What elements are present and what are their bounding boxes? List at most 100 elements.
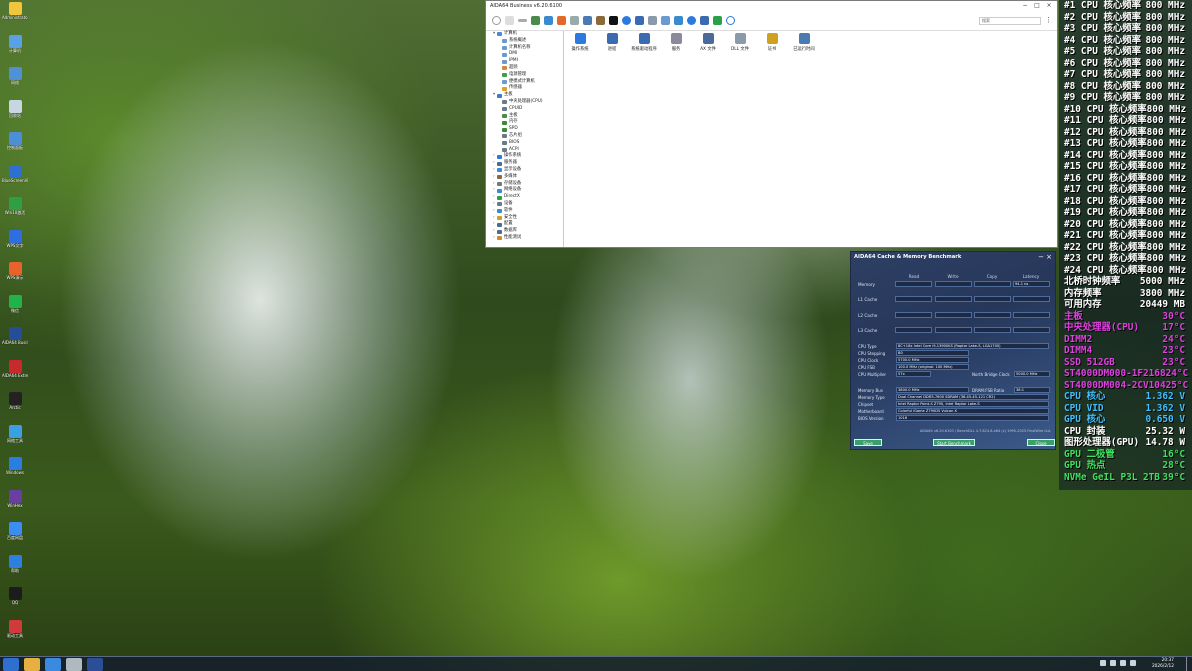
table-icon[interactable] <box>648 16 657 25</box>
tree-item[interactable]: ACPI <box>489 147 563 154</box>
desktop-icon[interactable]: BlueScreenView <box>2 164 28 195</box>
line-icon[interactable] <box>518 19 527 22</box>
chip-icon[interactable] <box>596 16 605 25</box>
save-button[interactable]: Save <box>854 439 882 446</box>
desktop-icon[interactable]: Windows <box>2 457 28 487</box>
desktop-icon[interactable]: 网络 <box>2 67 28 97</box>
minimize-icon[interactable]: − <box>1038 252 1044 262</box>
tree-item[interactable]: › 多媒体 <box>489 174 563 181</box>
ime-tray-icon[interactable] <box>1130 660 1136 666</box>
close-icon[interactable]: × <box>1046 252 1052 262</box>
download-icon[interactable] <box>713 16 722 25</box>
tree-item[interactable]: 中央处理器(CPU) <box>489 99 563 106</box>
volume-tray-icon[interactable] <box>1120 660 1126 666</box>
tree-item[interactable]: › 设备 <box>489 201 563 208</box>
desktop-icon[interactable]: 微信 <box>2 294 28 325</box>
refresh-icon[interactable] <box>492 16 501 25</box>
file-explorer-icon[interactable] <box>24 658 40 671</box>
panel-item[interactable]: 进程 <box>598 33 626 52</box>
close-button[interactable]: Close <box>1027 439 1055 446</box>
database-icon[interactable] <box>635 16 644 25</box>
tree-item[interactable]: › 显示设备 <box>489 167 563 174</box>
panel-item[interactable]: 操作系统 <box>566 33 594 52</box>
tray-expand-icon[interactable] <box>1100 660 1106 666</box>
info-icon[interactable] <box>687 16 696 25</box>
shield-icon[interactable] <box>700 16 709 25</box>
tree-item[interactable]: › 配置 <box>489 221 563 228</box>
tree-item[interactable]: 系统概述 <box>489 38 563 45</box>
tree-item[interactable]: › 数据库 <box>489 228 563 235</box>
tree-item[interactable]: › 安全性 <box>489 215 563 222</box>
desktop-icon[interactable]: Arctic <box>2 392 28 422</box>
splitter[interactable] <box>563 31 564 247</box>
desktop-icon[interactable]: 回收站 <box>2 99 28 130</box>
show-desktop-button[interactable] <box>1186 657 1192 671</box>
tree-item[interactable]: › 服务器 <box>489 160 563 167</box>
tree-item[interactable]: DMI <box>489 51 563 58</box>
desktop-icon[interactable]: 控制面板 <box>2 132 28 162</box>
panel-item[interactable]: 系统驱动程序 <box>630 33 658 52</box>
tree-item[interactable]: IPMI <box>489 58 563 65</box>
search-icon[interactable] <box>726 16 735 25</box>
flame-icon[interactable] <box>557 16 566 25</box>
desktop-icon[interactable]: QQ <box>2 587 28 617</box>
desktop-icon[interactable]: WinHex <box>2 489 28 520</box>
desktop-icon[interactable]: 驱动工具 <box>2 619 28 650</box>
desktop-icon[interactable]: Administrator <box>2 2 28 32</box>
tree-item[interactable]: 芯片组 <box>489 133 563 140</box>
tree-item[interactable]: SPD <box>489 126 563 133</box>
aida-icon[interactable] <box>609 16 618 25</box>
tool-icon[interactable] <box>583 16 592 25</box>
tree-item[interactable]: ▾ 计算机 <box>489 31 563 38</box>
folder-icon[interactable] <box>674 16 683 25</box>
desktop-icon[interactable]: AIDA64 Extreme <box>2 359 28 390</box>
panel-item[interactable]: 服务 <box>662 33 690 52</box>
arrow-icon[interactable] <box>570 16 579 25</box>
tree-item[interactable]: ▾ 主板 <box>489 92 563 99</box>
desktop-icon[interactable]: Win10激活 <box>2 197 28 227</box>
window-titlebar[interactable]: AIDA64 Business v6.20.6100 − □ × <box>486 1 1057 11</box>
memory-icon[interactable] <box>531 16 540 25</box>
benchmark-icon[interactable] <box>661 16 670 25</box>
network-icon[interactable] <box>544 16 553 25</box>
tree-item[interactable]: BIOS <box>489 140 563 147</box>
tree-item[interactable]: › 存储设备 <box>489 181 563 188</box>
report-icon[interactable] <box>505 16 514 25</box>
panel-item[interactable]: 证书 <box>758 33 786 52</box>
tree-item[interactable]: 内存 <box>489 119 563 126</box>
tree-item[interactable]: 传感器 <box>489 85 563 92</box>
search-input[interactable]: 搜索 <box>979 17 1041 25</box>
desktop-icon[interactable]: WPS文字 <box>2 229 28 260</box>
desktop-icon[interactable]: 百度网盘 <box>2 522 28 552</box>
tree-item[interactable]: CPUID <box>489 106 563 113</box>
panel-item[interactable]: DLL 文件 <box>726 33 754 52</box>
tree-item[interactable]: › DirectX <box>489 194 563 201</box>
desktop-icon[interactable]: 计算机 <box>2 34 28 65</box>
browser-icon[interactable] <box>45 658 61 671</box>
close-icon[interactable]: × <box>1043 1 1055 10</box>
desktop-icon[interactable]: AIDA64 Business <box>2 327 28 357</box>
tree-item[interactable]: 主板 <box>489 113 563 120</box>
tree-item[interactable]: 电源管理 <box>489 72 563 79</box>
panel-item[interactable]: AX 文件 <box>694 33 722 52</box>
tree-item[interactable]: 计算机名称 <box>489 45 563 52</box>
maximize-icon[interactable]: □ <box>1031 1 1043 10</box>
desktop-icon[interactable]: 网络工具 <box>2 424 28 455</box>
aida64-taskbar-icon[interactable] <box>87 658 103 671</box>
start-benchmark-button[interactable]: Start Benchmark <box>933 439 975 446</box>
menu-icon[interactable]: ⋮ <box>1045 16 1052 24</box>
tree-item[interactable]: › 网络设备 <box>489 187 563 194</box>
start-icon[interactable] <box>3 658 19 671</box>
tree-item[interactable]: 便携式计算机 <box>489 79 563 86</box>
tool-icon[interactable] <box>66 658 82 671</box>
desktop-icon[interactable]: 帮助 <box>2 554 28 585</box>
desktop-icon[interactable]: WPS演示 <box>2 262 28 292</box>
globe-icon[interactable] <box>622 16 631 25</box>
clock[interactable]: 20:37 2026/2/12 <box>1152 658 1174 670</box>
tree-item[interactable]: 超频 <box>489 65 563 72</box>
panel-item[interactable]: 已运行时间 <box>790 33 818 52</box>
network-tray-icon[interactable] <box>1110 660 1116 666</box>
tree-item[interactable]: › 软件 <box>489 208 563 215</box>
tree-item[interactable]: › 性能测试 <box>489 235 563 242</box>
tree-item[interactable]: › 操作系统 <box>489 153 563 160</box>
